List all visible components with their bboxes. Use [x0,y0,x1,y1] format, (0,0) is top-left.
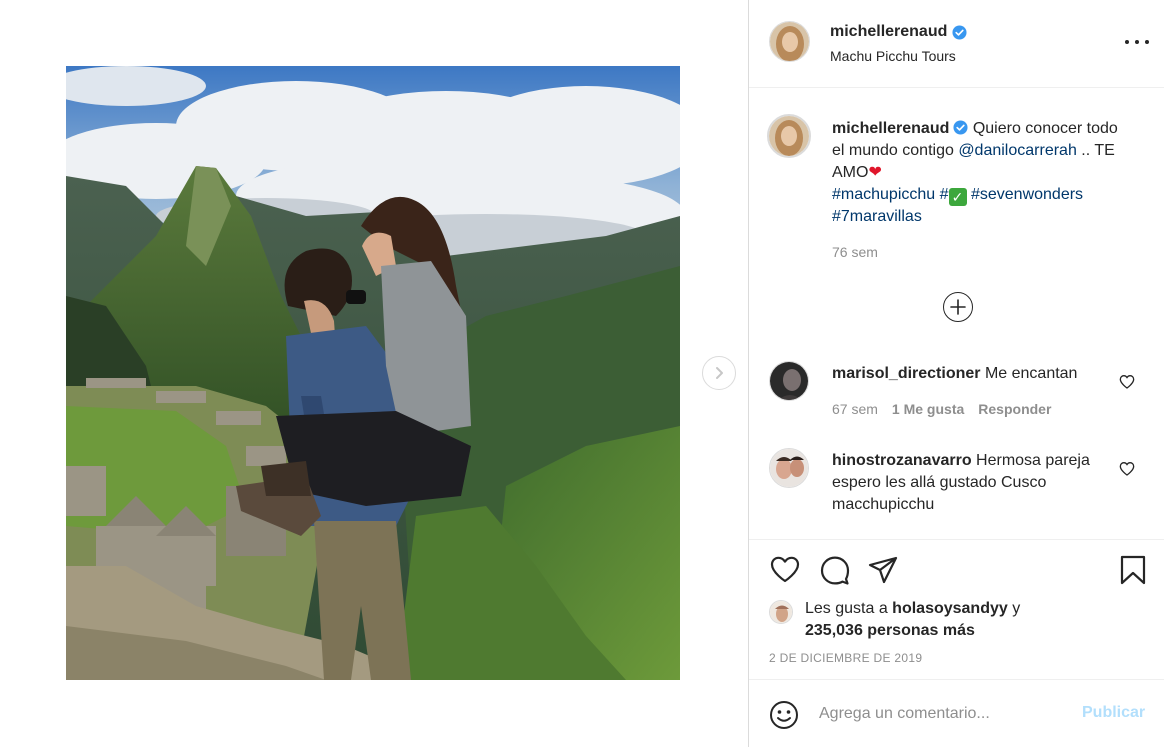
hashtag-link[interactable]: #machupicchu [832,186,935,203]
avatar-image [770,601,792,623]
comments-section: michellerenaud Quiero conocer todo el mu… [749,89,1164,539]
reply-button[interactable]: Responder [978,401,1051,417]
author-username-row[interactable]: michellerenaud [830,23,967,41]
caption-author-avatar[interactable] [767,114,811,158]
post-location[interactable]: Machu Picchu Tours [830,48,956,64]
comment-username[interactable]: marisol_directioner [832,365,981,382]
commenter-avatar[interactable] [769,361,809,401]
hashtag-link[interactable]: #7maravillas [832,208,922,225]
avatar-image [770,22,809,61]
verified-badge-icon [953,120,968,135]
paper-plane-icon[interactable] [867,554,899,586]
photo-machu-picchu-couple [66,66,680,680]
likes-connector: y [1007,600,1021,617]
add-comment-bar: Publicar [749,679,1164,747]
comment-username[interactable]: hinostrozanavarro [832,452,972,469]
heart-icon[interactable] [769,554,801,586]
likes-prefix: Les gusta a [805,600,893,617]
comment-meta: 67 sem 1 Me gusta Responder [832,401,1051,417]
author-avatar[interactable] [769,21,810,62]
comment-bubble-icon[interactable] [819,554,851,586]
comment-body: Me encantan [980,365,1078,382]
chevron-right-icon [716,367,723,379]
plus-circle-icon [950,299,966,315]
bookmark-icon[interactable] [1117,554,1149,586]
more-options-icon [1125,40,1129,44]
verified-badge-icon [952,24,967,40]
caption-username[interactable]: michellerenaud [832,120,949,137]
comment-likes-count[interactable]: 1 Me gusta [892,401,964,417]
heart-icon[interactable] [1119,374,1135,390]
commenter-avatar[interactable] [769,448,809,488]
likes-text: Les gusta a holasoysandyy y 235,036 pers… [805,598,1105,642]
liker-avatar[interactable] [769,600,793,624]
comment-input[interactable] [819,702,1069,726]
avatar-image [770,362,808,400]
post-photo[interactable] [66,66,680,680]
likes-count[interactable]: 235,036 personas más [805,622,975,639]
heart-icon[interactable] [1119,461,1135,477]
caption-mention-link[interactable]: @danilocarrerah [958,142,1077,159]
comment-timestamp[interactable]: 67 sem [832,401,878,417]
avatar-image [769,116,809,156]
post-actions: Les gusta a holasoysandyy y 235,036 pers… [749,539,1164,679]
comment-text: marisol_directioner Me encantan [832,363,1102,385]
post-side-panel: michellerenaud Machu Picchu Tours michel… [748,0,1164,747]
avatar-image [770,449,808,487]
load-more-comments-button[interactable] [943,292,973,322]
liker-username[interactable]: holasoysandyy [892,600,1008,617]
more-options-button[interactable] [1125,34,1149,50]
author-username[interactable]: michellerenaud [830,23,947,41]
post-caption: michellerenaud Quiero conocer todo el mu… [832,118,1132,228]
hashtag-link[interactable]: # [940,186,949,203]
emoji-smiley-icon[interactable] [769,700,799,730]
check-mark-emoji: ✓ [948,188,967,206]
comment-text: hinostrozanavarro Hermosa pareja espero … [832,450,1102,516]
hashtag-link[interactable]: #sevenwonders [971,186,1083,203]
post-date[interactable]: 2 DE DICIEMBRE DE 2019 [769,651,922,665]
caption-timestamp[interactable]: 76 sem [832,244,878,260]
next-photo-button[interactable] [702,356,736,390]
red-heart-emoji: ❤ [868,164,882,181]
media-area [0,0,748,747]
publish-comment-button[interactable]: Publicar [1082,704,1145,722]
post-header: michellerenaud Machu Picchu Tours [749,0,1164,88]
